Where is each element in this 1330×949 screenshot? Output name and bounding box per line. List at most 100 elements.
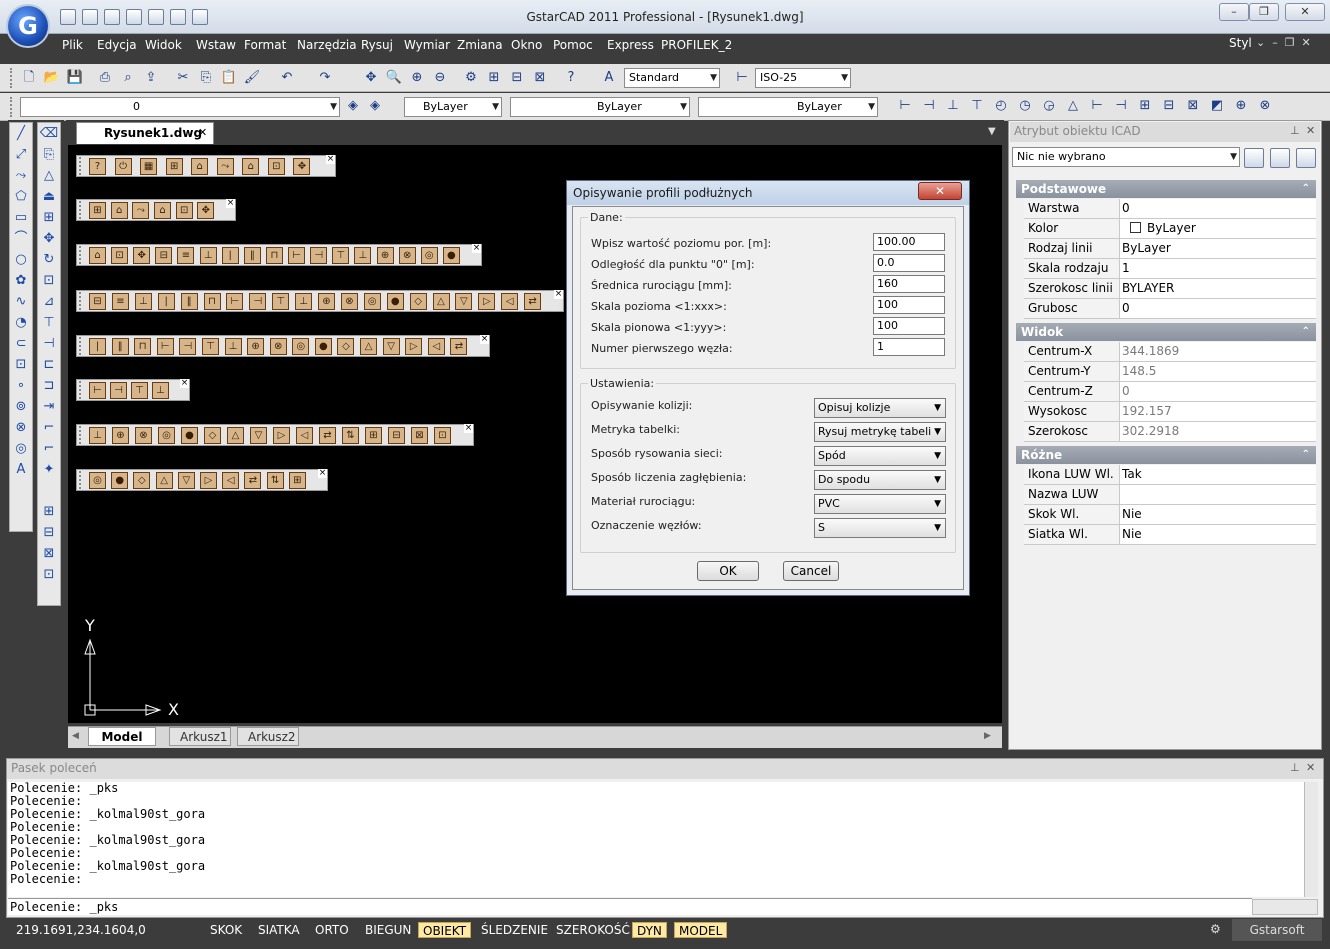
modify-tool-icon[interactable]: ⊿ bbox=[39, 292, 59, 312]
property-row[interactable]: Skala rodzaju linii1 bbox=[1024, 259, 1316, 294]
profile-tool-icon[interactable]: ◎ bbox=[89, 472, 106, 489]
profile-tool-icon[interactable]: ● bbox=[386, 293, 404, 310]
close-icon[interactable]: × bbox=[180, 379, 189, 388]
status-toggle-3[interactable]: BIEGUN bbox=[361, 922, 415, 938]
field-input[interactable]: 1 bbox=[873, 338, 945, 356]
ok-button[interactable]: OK bbox=[697, 561, 759, 581]
dialog-select[interactable]: S ▼ bbox=[814, 518, 946, 538]
profile-tool-icon[interactable]: ⊗ bbox=[340, 293, 358, 310]
dialog-select[interactable]: Rysuj metrykę tabeli ▼ bbox=[814, 422, 946, 442]
section-header[interactable]: Podstawowe ⌃ bbox=[1016, 180, 1316, 198]
draw-tool-icon[interactable]: ◎ bbox=[11, 439, 31, 459]
profile-tool-icon[interactable]: | bbox=[89, 338, 106, 355]
toolbar-grip[interactable] bbox=[79, 201, 83, 219]
dimension-tool-icon[interactable]: ⊢ bbox=[1088, 97, 1106, 115]
modify-tool-icon[interactable]: ⊟ bbox=[39, 523, 59, 543]
profile-tool-icon[interactable]: ⇅ bbox=[342, 427, 359, 444]
profile-tool-icon[interactable]: ⊓ bbox=[265, 247, 283, 264]
dimension-tool-icon[interactable]: ◷ bbox=[1016, 97, 1034, 115]
property-row[interactable]: Kolor ByLayer bbox=[1024, 219, 1316, 239]
match-icon[interactable]: 🖌 bbox=[243, 69, 261, 87]
dim-style-select[interactable]: ISO-25 ▼ bbox=[755, 68, 851, 88]
draw-tool-icon[interactable]: ⌒ bbox=[11, 229, 31, 249]
profile-tool-icon[interactable]: ✥ bbox=[197, 202, 215, 219]
dimension-tool-icon[interactable]: ⊟ bbox=[1160, 97, 1178, 115]
status-toggle-1[interactable]: SIATKA bbox=[254, 922, 304, 938]
pan-icon[interactable]: ✥ bbox=[362, 69, 380, 87]
selection-select[interactable]: Nic nie wybrano ▼ bbox=[1012, 147, 1240, 167]
dimension-tool-icon[interactable]: ⊕ bbox=[1232, 97, 1250, 115]
horizontal-scrollbar[interactable] bbox=[1252, 899, 1318, 915]
mdi-controls[interactable]: ⌄ – ❐ ✕ bbox=[1256, 36, 1311, 49]
text-style-icon[interactable]: A bbox=[600, 69, 618, 87]
layer-select[interactable]: 0 ▼ bbox=[20, 97, 340, 117]
profile-tool-icon[interactable]: ⇅ bbox=[266, 472, 284, 489]
profile-tool-icon[interactable]: ◎ bbox=[420, 247, 438, 264]
sheet-tab-0[interactable]: Model bbox=[88, 727, 156, 746]
profile-tool-icon[interactable]: ⊥ bbox=[199, 247, 217, 264]
modify-tool-icon[interactable]: ⏏ bbox=[39, 187, 59, 207]
command-input[interactable]: Polecenie: _pks bbox=[8, 898, 1252, 915]
field-input[interactable]: 0.0 bbox=[873, 254, 945, 272]
profile-tool-icon[interactable]: △ bbox=[432, 293, 450, 310]
profile-tool-icon[interactable]: ⊣ bbox=[110, 382, 127, 399]
modify-tool-icon[interactable]: ⊠ bbox=[39, 544, 59, 564]
properties-icon[interactable]: ⚙ bbox=[462, 69, 480, 87]
dimension-tool-icon[interactable]: ⊞ bbox=[1136, 97, 1154, 115]
profile-tool-icon[interactable]: | bbox=[157, 293, 175, 310]
redo-icon[interactable]: ↷ bbox=[316, 69, 334, 87]
modify-tool-icon[interactable]: ⌫ bbox=[39, 124, 59, 144]
property-row[interactable]: Szerokosc linii BYLAYER bbox=[1024, 279, 1316, 299]
dim-style-icon[interactable]: ⊢ bbox=[733, 69, 751, 87]
profile-tool-icon[interactable]: ⊞ bbox=[288, 472, 306, 489]
draw-tool-icon[interactable]: ∿ bbox=[11, 292, 31, 312]
profile-tool-icon[interactable]: ⊗ bbox=[269, 338, 287, 355]
profile-tool-icon[interactable]: ⇄ bbox=[319, 427, 336, 444]
toolbar-grip[interactable] bbox=[79, 246, 83, 264]
profile-tool-icon[interactable]: ≡ bbox=[177, 247, 195, 264]
property-row[interactable]: Centrum-Z 0 bbox=[1024, 382, 1316, 402]
profile-tool-icon[interactable]: ⊤ bbox=[272, 293, 290, 310]
profile-tool-icon[interactable]: ▷ bbox=[200, 472, 217, 489]
sheet-tab-2[interactable]: Arkusz2 bbox=[237, 727, 299, 746]
profile-tool-icon[interactable]: ⊗ bbox=[398, 247, 416, 264]
profile-tool-icon[interactable]: ⊥ bbox=[354, 247, 372, 264]
profile-tool-icon[interactable]: ◇ bbox=[409, 293, 427, 310]
profile-tool-icon[interactable]: ▽ bbox=[250, 427, 267, 444]
status-toggle-8[interactable]: MODEL bbox=[674, 922, 728, 938]
sheet-icon[interactable]: ⊠ bbox=[531, 69, 549, 87]
profile-tool-icon[interactable]: ⊣ bbox=[249, 293, 267, 310]
layer-state-icon[interactable]: ◈ bbox=[366, 97, 384, 115]
close-icon[interactable]: × bbox=[464, 424, 473, 433]
dialog-select[interactable]: PVC ▼ bbox=[814, 494, 946, 514]
style-menu[interactable]: Styl bbox=[1229, 36, 1252, 50]
profile-tool-icon[interactable]: ⊞ bbox=[365, 427, 382, 444]
close-icon[interactable]: ✕ bbox=[1306, 761, 1315, 774]
modify-tool-icon[interactable]: ⊤ bbox=[39, 313, 59, 333]
cut-icon[interactable]: ✂ bbox=[174, 69, 192, 87]
property-row[interactable]: Siatka Wl. Nie bbox=[1024, 525, 1316, 545]
profile-tool-icon[interactable]: ● bbox=[111, 472, 129, 489]
scroll-right-icon[interactable]: ▶ bbox=[984, 731, 991, 741]
toolbar-grip[interactable] bbox=[79, 292, 83, 310]
profile-tool-icon[interactable]: ◇ bbox=[204, 427, 221, 444]
layer-manager-icon[interactable]: ◈ bbox=[344, 97, 362, 115]
profile-tool-icon[interactable]: ● bbox=[442, 247, 460, 264]
close-icon[interactable]: × bbox=[480, 335, 489, 344]
cancel-button[interactable]: Cancel bbox=[783, 561, 839, 581]
help-icon[interactable]: ? bbox=[562, 69, 580, 87]
draw-tool-icon[interactable]: ▭ bbox=[11, 208, 31, 228]
profile-tool-icon[interactable]: ⊡ bbox=[434, 427, 451, 444]
menu-10[interactable]: Pomoc bbox=[553, 38, 593, 52]
profile-tool-icon[interactable]: ⏻ bbox=[114, 158, 132, 175]
tool-palette-icon[interactable]: ⊟ bbox=[508, 69, 526, 87]
menu-8[interactable]: Zmiana bbox=[457, 38, 503, 52]
profile-tool-icon[interactable]: ⊟ bbox=[155, 247, 173, 264]
profile-tool-icon[interactable]: ⊤ bbox=[131, 382, 148, 399]
menu-1[interactable]: Edycja bbox=[97, 38, 137, 52]
text-style-select[interactable]: Standard ▼ bbox=[624, 68, 720, 88]
status-toggle-2[interactable]: ORTO bbox=[311, 922, 353, 938]
profile-tool-icon[interactable]: ⌂ bbox=[242, 158, 260, 175]
close-icon[interactable]: × bbox=[326, 155, 335, 164]
close-icon[interactable]: × bbox=[226, 199, 235, 208]
